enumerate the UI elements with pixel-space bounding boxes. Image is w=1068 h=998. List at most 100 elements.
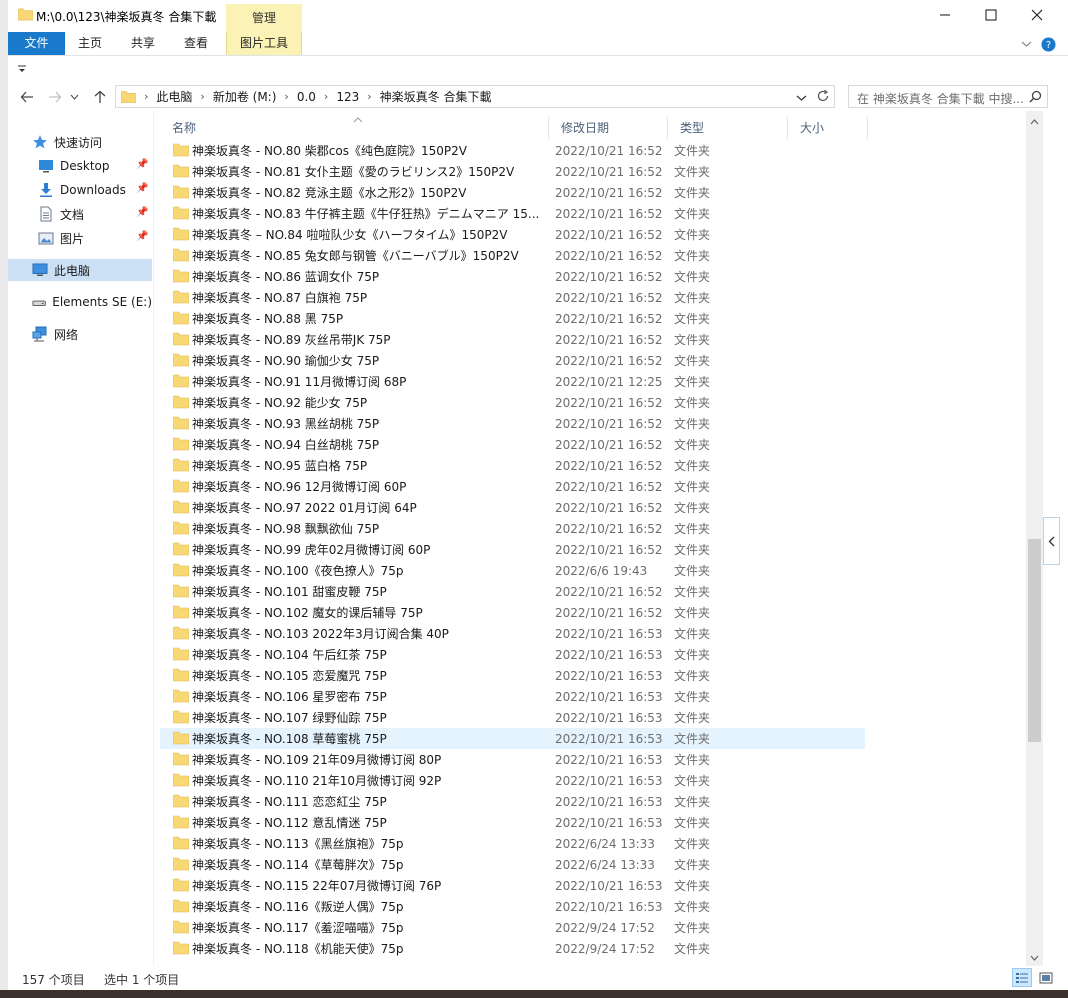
breadcrumb-this-pc[interactable]: 此电脑 [156,88,192,105]
column-header-type[interactable]: 类型 [668,117,788,139]
customize-toolbar-button[interactable] [16,63,30,75]
table-row[interactable]: 神楽坂真冬 - NO.118《机能天使》75p 2022/9/24 17:52 文件… [160,938,865,959]
nav-pictures[interactable]: 图片 📌 [8,227,152,249]
table-row[interactable]: 神楽坂真冬 – NO.84 啦啦队少女《ハーフタイム》150P2V 2022/10… [160,224,865,245]
table-row[interactable]: 神楽坂真冬 - NO.90 瑜伽少女 75P 2022/10/21 16:52 文件… [160,350,865,371]
nav-downloads[interactable]: Downloads 📌 [8,179,152,201]
table-row[interactable]: 神楽坂真冬 - NO.105 恋爱魔咒 75P 2022/10/21 16:53 文… [160,665,865,686]
table-row[interactable]: 神楽坂真冬 - NO.107 绿野仙踪 75P 2022/10/21 16:53 文… [160,707,865,728]
up-button[interactable] [91,88,109,106]
table-row[interactable]: 神楽坂真冬 - NO.109 21年09月微博订阅 80P 2022/10/21 … [160,749,865,770]
breadcrumb-separator[interactable]: › [276,90,296,103]
nav-documents[interactable]: 文档 📌 [8,203,152,225]
breadcrumb-drive[interactable]: 新加卷 (M:) [213,88,277,105]
search-icon[interactable] [1029,90,1042,103]
breadcrumb-separator[interactable]: › [316,90,336,103]
manage-context-tab[interactable]: 管理 [226,4,302,32]
minimize-button[interactable] [922,0,968,30]
column-header-date[interactable]: 修改日期 [549,117,668,139]
table-row[interactable]: 神楽坂真冬 - NO.115 22年07月微博订阅 76P 2022/10/21 … [160,875,865,896]
table-row[interactable]: 神楽坂真冬 - NO.86 蓝调女仆 75P 2022/10/21 16:52 文件… [160,266,865,287]
scroll-up-button[interactable] [1026,113,1043,130]
file-name: 神楽坂真冬 - NO.105 恋爱魔咒 75P [192,669,387,683]
table-row[interactable]: 神楽坂真冬 - NO.97 2022 01月订阅 64P 2022/10/21 1… [160,497,865,518]
table-row[interactable]: 神楽坂真冬 - NO.116《叛逆人偶》75p 2022/10/21 16:53 文… [160,896,865,917]
chevron-down-icon [1030,955,1039,961]
scroll-down-button[interactable] [1026,949,1043,966]
table-row[interactable]: 神楽坂真冬 - NO.106 星罗密布 75P 2022/10/21 16:53 文… [160,686,865,707]
breadcrumb-separator[interactable]: › [359,90,379,103]
tab-view[interactable]: 查看 [171,32,221,55]
nav-this-pc[interactable]: 此电脑 [8,259,152,281]
table-row[interactable]: 神楽坂真冬 - NO.104 午后红茶 75P 2022/10/21 16:53 文… [160,644,865,665]
vertical-scrollbar[interactable] [1026,111,1043,966]
tab-file[interactable]: 文件 [8,32,65,55]
table-row[interactable]: 神楽坂真冬 - NO.99 虎年02月微博订阅 60P 2022/10/21 16… [160,539,865,560]
forward-button[interactable] [46,88,64,106]
table-row[interactable]: 神楽坂真冬 - NO.82 竞泳主题《水之形2》150P2V 2022/10/21… [160,182,865,203]
table-row[interactable]: 神楽坂真冬 - NO.111 恋恋紅尘 75P 2022/10/21 16:53 文… [160,791,865,812]
pin-icon[interactable]: 📌 [136,159,148,170]
table-row[interactable]: 神楽坂真冬 - NO.83 牛仔裤主题《牛仔狂热》デニムマニア 15... 202… [160,203,865,224]
breadcrumb-folder-0-0[interactable]: 0.0 [297,90,316,104]
breadcrumb-current-folder[interactable]: 神楽坂真冬 合集下載 [380,88,492,105]
scrollbar-thumb[interactable] [1028,539,1041,742]
file-date: 2022/10/21 16:52 [555,416,663,431]
pin-icon[interactable]: 📌 [136,207,148,218]
tab-home[interactable]: 主页 [65,32,115,55]
recent-locations-button[interactable] [68,88,80,106]
maximize-button[interactable] [968,0,1014,30]
table-row[interactable]: 神楽坂真冬 - NO.91 11月微博订阅 68P 2022/10/21 12:2… [160,371,865,392]
pin-icon[interactable]: 📌 [136,231,148,242]
details-view-button[interactable] [1012,968,1032,987]
table-row[interactable]: 神楽坂真冬 - NO.88 黑 75P 2022/10/21 16:52 文件夹 [160,308,865,329]
table-row[interactable]: 神楽坂真冬 - NO.89 灰丝吊带JK 75P 2022/10/21 16:52… [160,329,865,350]
column-header-name[interactable]: 名称 [160,117,549,139]
table-row[interactable]: 神楽坂真冬 - NO.81 女仆主题《愛のラビリンス2》150P2V 2022/1… [160,161,865,182]
nav-network[interactable]: 网络 [8,323,152,345]
table-row[interactable]: 神楽坂真冬 - NO.87 白旗袍 75P 2022/10/21 16:52 文件夹 [160,287,865,308]
table-row[interactable]: 神楽坂真冬 - NO.114《草莓胖次》75p 2022/6/24 13:33 文件… [160,854,865,875]
expand-preview-pane-button[interactable] [1043,517,1060,565]
pin-icon[interactable]: 📌 [136,183,148,194]
file-type: 文件夹 [674,837,711,851]
refresh-button[interactable] [816,89,830,106]
table-row[interactable]: 神楽坂真冬 - NO.96 12月微博订阅 60P 2022/10/21 16:5… [160,476,865,497]
nav-drive-e[interactable]: Elements SE (E:) [8,291,152,313]
table-row[interactable]: 神楽坂真冬 - NO.94 白丝胡桃 75P 2022/10/21 16:52 文件… [160,434,865,455]
large-icons-view-button[interactable] [1036,968,1056,987]
file-type: 文件夹 [674,207,711,221]
table-row[interactable]: 神楽坂真冬 - NO.98 飘飘欲仙 75P 2022/10/21 16:52 文件… [160,518,865,539]
nav-quick-access[interactable]: 快速访问 [8,131,152,153]
breadcrumb-separator[interactable]: › [136,90,156,103]
table-row[interactable]: 神楽坂真冬 - NO.113《黑丝旗袍》75p 2022/6/24 13:33 文件… [160,833,865,854]
nav-desktop[interactable]: Desktop 📌 [8,155,152,177]
breadcrumb-separator[interactable]: › [192,90,212,103]
table-row[interactable]: 神楽坂真冬 - NO.80 柴郡cos《纯色庭院》150P2V 2022/10/2… [160,140,865,161]
breadcrumb-folder-123[interactable]: 123 [336,90,359,104]
table-row[interactable]: 神楽坂真冬 - NO.110 21年10月微博订阅 92P 2022/10/21 … [160,770,865,791]
table-row[interactable]: 神楽坂真冬 - NO.103 2022年3月订阅合集 40P 2022/10/21… [160,623,865,644]
table-row[interactable]: 神楽坂真冬 - NO.117《羞涩喵喵》75p 2022/9/24 17:52 文件… [160,917,865,938]
address-bar[interactable]: › 此电脑 › 新加卷 (M:) › 0.0 › 123 › 神楽坂真冬 合集下… [115,85,835,108]
table-row[interactable]: 神楽坂真冬 - NO.95 蓝白格 75P 2022/10/21 16:52 文件夹 [160,455,865,476]
address-history-button[interactable] [796,91,807,105]
table-row[interactable]: 神楽坂真冬 - NO.85 兔女郎与钢管《バニーバブル》150P2V 2022/1… [160,245,865,266]
back-button[interactable] [18,88,36,106]
file-date: 2022/10/21 16:52 [555,500,663,515]
table-row[interactable]: 神楽坂真冬 - NO.102 魔女的课后辅导 75P 2022/10/21 16:… [160,602,865,623]
table-row[interactable]: 神楽坂真冬 - NO.93 黑丝胡桃 75P 2022/10/21 16:52 文件… [160,413,865,434]
table-row[interactable]: 神楽坂真冬 - NO.108 草莓蜜桃 75P 2022/10/21 16:53 文… [160,728,865,749]
expand-ribbon-button[interactable] [1016,36,1036,52]
help-button[interactable]: ? [1040,36,1056,52]
table-row[interactable]: 神楽坂真冬 - NO.112 意乱情迷 75P 2022/10/21 16:53 文… [160,812,865,833]
tab-share[interactable]: 共享 [118,32,168,55]
table-row[interactable]: 神楽坂真冬 - NO.101 甜蜜皮鞭 75P 2022/10/21 16:52 文… [160,581,865,602]
folder-icon [173,689,189,703]
close-button[interactable] [1014,0,1060,30]
search-box[interactable]: 在 神楽坂真冬 合集下載 中搜... [848,85,1048,108]
table-row[interactable]: 神楽坂真冬 - NO.92 能少女 75P 2022/10/21 16:52 文件夹 [160,392,865,413]
table-row[interactable]: 神楽坂真冬 - NO.100《夜色撩人》75p 2022/6/6 19:43 文件夹 [160,560,865,581]
tab-picture-tools[interactable]: 图片工具 [226,32,302,55]
column-header-size[interactable]: 大小 [788,117,868,139]
